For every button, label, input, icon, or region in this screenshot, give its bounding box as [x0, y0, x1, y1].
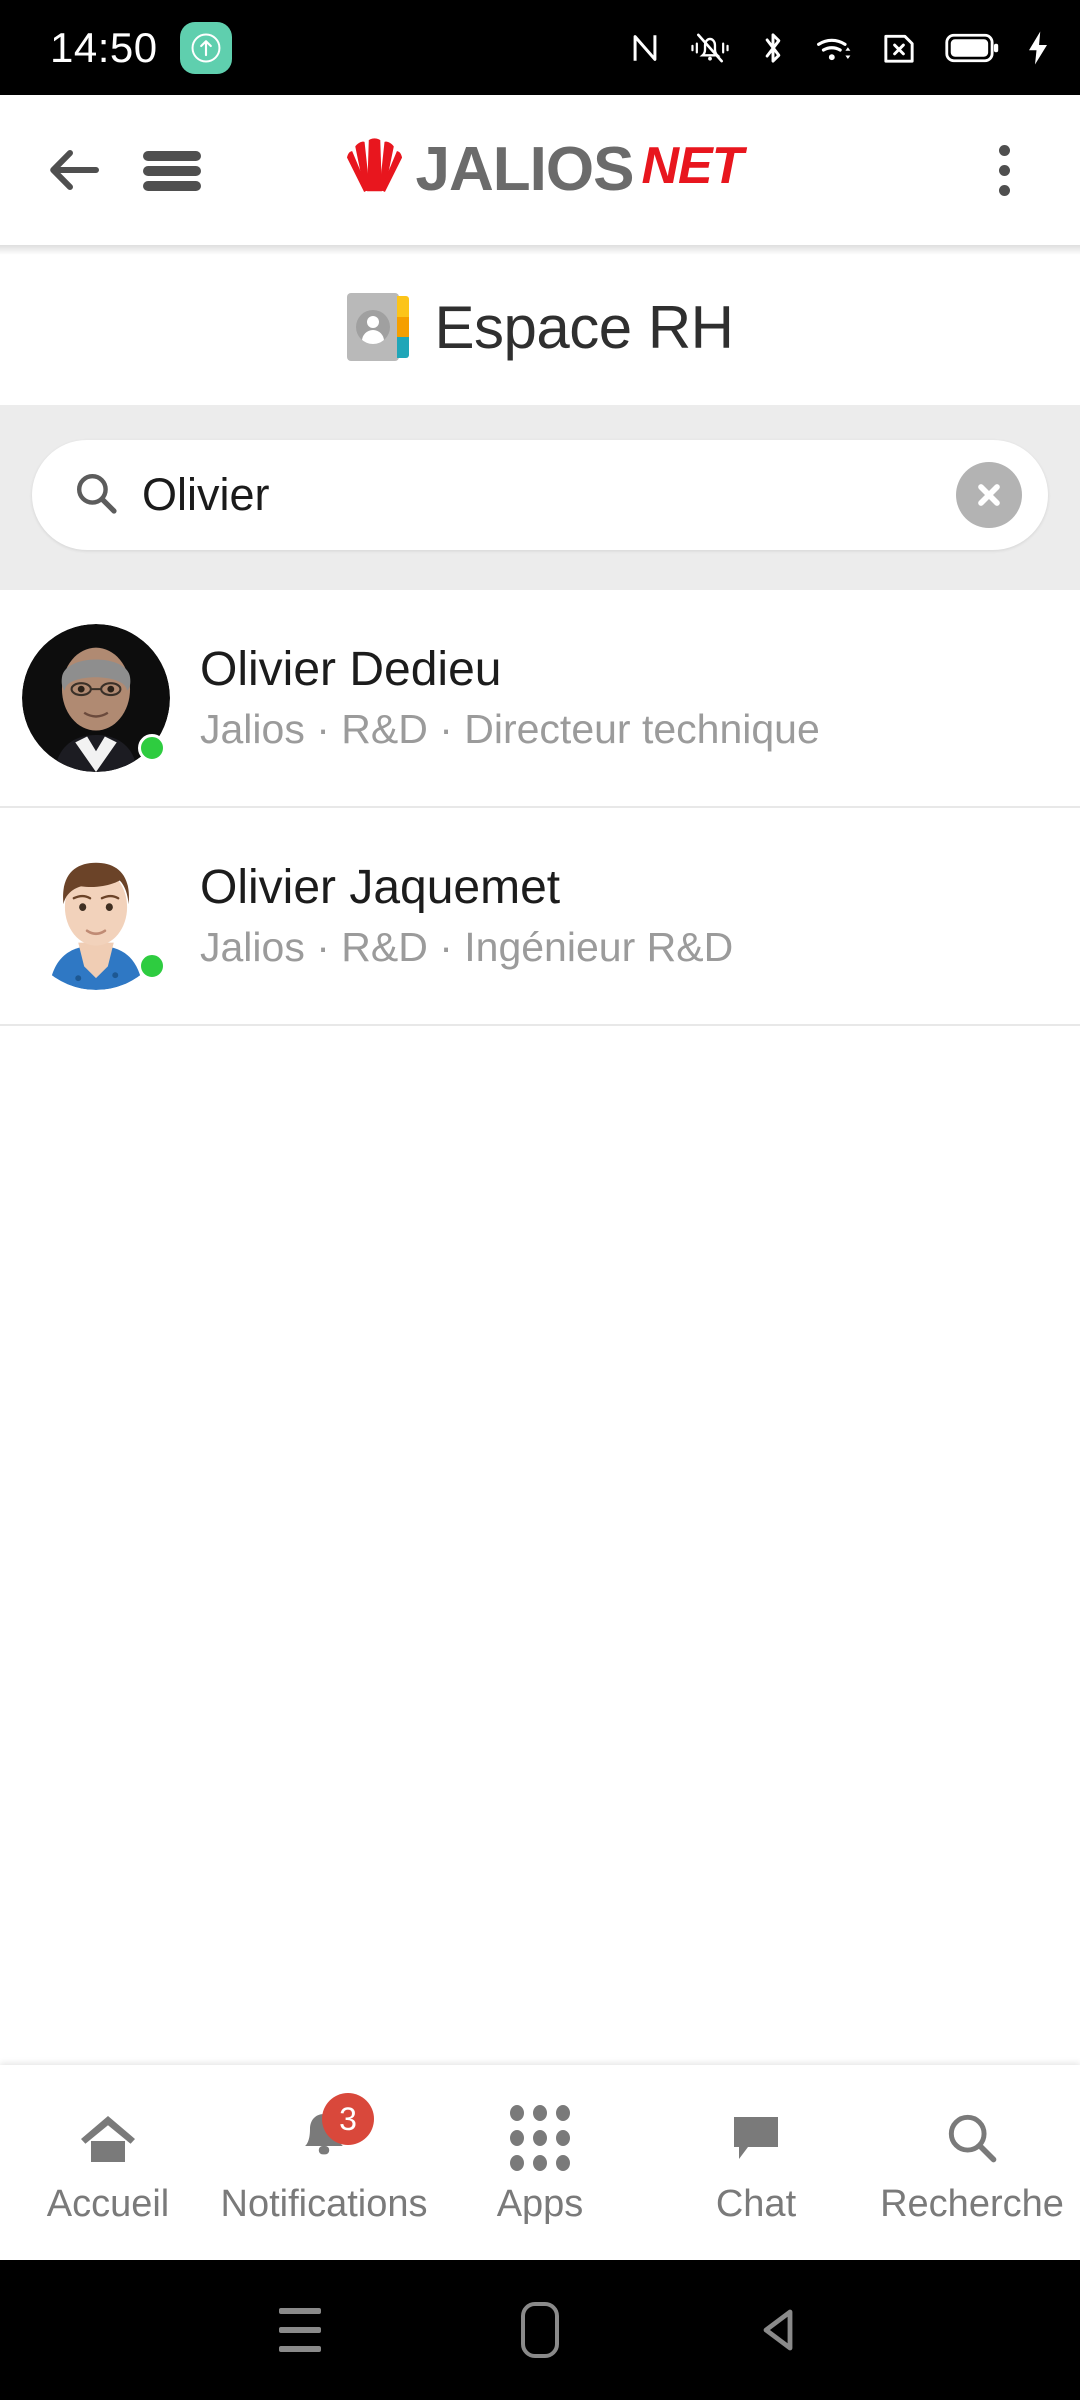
home-pill-icon: [521, 2302, 559, 2358]
status-bar-clock: 14:50: [50, 23, 158, 71]
kebab-dot: [998, 144, 1010, 156]
contacts-card-icon: [346, 293, 409, 361]
back-button-system[interactable]: [660, 2304, 900, 2356]
recents-icon: [279, 2308, 321, 2352]
bluetooth-icon: [758, 29, 788, 67]
hamburger-menu-button[interactable]: [136, 134, 208, 206]
nav-label: Accueil: [46, 2183, 170, 2225]
contact-name: Olivier Dedieu: [200, 643, 502, 697]
kebab-dot: [998, 184, 1010, 196]
nfc-icon: [628, 29, 662, 67]
contact-meta: Jalios · R&D · Ingénieur R&D: [200, 923, 734, 970]
table-row[interactable]: Olivier Jaquemet Jalios · R&D · Ingénieu…: [0, 808, 1080, 1026]
status-bar-icons: [628, 29, 1050, 67]
table-row[interactable]: Olivier Dedieu Jalios · R&D · Directeur …: [0, 590, 1080, 808]
android-navigation-bar: [0, 2260, 1080, 2400]
status-bar: 14:50: [0, 0, 1080, 95]
search-input[interactable]: [142, 469, 956, 521]
logo-wordmark: JALIOS: [415, 135, 635, 204]
clear-circle-icon: [978, 484, 1000, 506]
upload-circle-icon: [179, 21, 232, 74]
contact-text: Olivier Jaquemet Jalios · R&D · Ingénieu…: [200, 861, 734, 970]
search-icon: [944, 2107, 1000, 2169]
contact-list: Olivier Dedieu Jalios · R&D · Directeur …: [0, 590, 1080, 1026]
nav-label: Apps: [496, 2183, 584, 2225]
search-section: [0, 405, 1080, 590]
app-bar-shadow: [0, 245, 1080, 255]
hamburger-menu-icon: [143, 151, 201, 191]
jalios-net-logo[interactable]: JALIOS NET: [338, 131, 743, 210]
no-sim-icon: [880, 29, 918, 67]
kebab-dot: [998, 164, 1010, 176]
back-button[interactable]: [40, 134, 112, 206]
nav-label: Notifications: [220, 2183, 428, 2225]
nav-label: Chat: [715, 2183, 797, 2225]
search-icon: [72, 469, 120, 522]
nav-item-apps[interactable]: Apps: [432, 2099, 648, 2226]
clear-search-button[interactable]: [956, 462, 1022, 528]
bell-icon: 3: [296, 2093, 374, 2169]
jalios-fan-icon: [338, 131, 412, 210]
nav-item-chat[interactable]: Chat: [648, 2099, 864, 2226]
overflow-menu-button[interactable]: [968, 134, 1040, 206]
status-badge: [138, 734, 166, 762]
contact-text: Olivier Dedieu Jalios · R&D · Directeur …: [200, 643, 820, 752]
apps-grid-icon: [510, 2105, 570, 2171]
page-title-bar: Espace RH: [0, 255, 1080, 405]
nav-label: Recherche: [880, 2183, 1064, 2225]
contact-name: Olivier Jaquemet: [200, 861, 561, 915]
home-button[interactable]: [420, 2302, 660, 2358]
contact-meta: Jalios · R&D · Directeur technique: [200, 705, 820, 752]
vibrate-off-icon: [688, 29, 732, 67]
avatar: [22, 842, 170, 990]
home-icon: [78, 2107, 138, 2169]
page-title: Espace RH: [434, 293, 734, 361]
nav-item-recherche[interactable]: Recherche: [864, 2099, 1080, 2226]
wifi-icon: [814, 29, 854, 67]
status-badge: [138, 952, 166, 980]
battery-icon: [944, 31, 1000, 65]
app-bar: JALIOS NET: [0, 95, 1080, 245]
back-arrow-icon: [50, 150, 99, 190]
recents-button[interactable]: [180, 2308, 420, 2352]
chat-bubble-icon: [728, 2107, 784, 2169]
search-box[interactable]: [32, 440, 1048, 550]
back-triangle-icon: [763, 2309, 793, 2351]
nav-item-notifications[interactable]: 3 Notifications: [216, 2093, 432, 2226]
bottom-navigation: Accueil 3 Notifications Apps Chat Recher…: [0, 2065, 1080, 2260]
logo-suffix: NET: [641, 137, 743, 195]
nav-item-accueil[interactable]: Accueil: [0, 2099, 216, 2226]
status-bar-left: 14:50: [50, 21, 232, 74]
charging-bolt-icon: [1026, 30, 1050, 66]
notification-badge: 3: [322, 2093, 374, 2145]
avatar: [22, 624, 170, 772]
